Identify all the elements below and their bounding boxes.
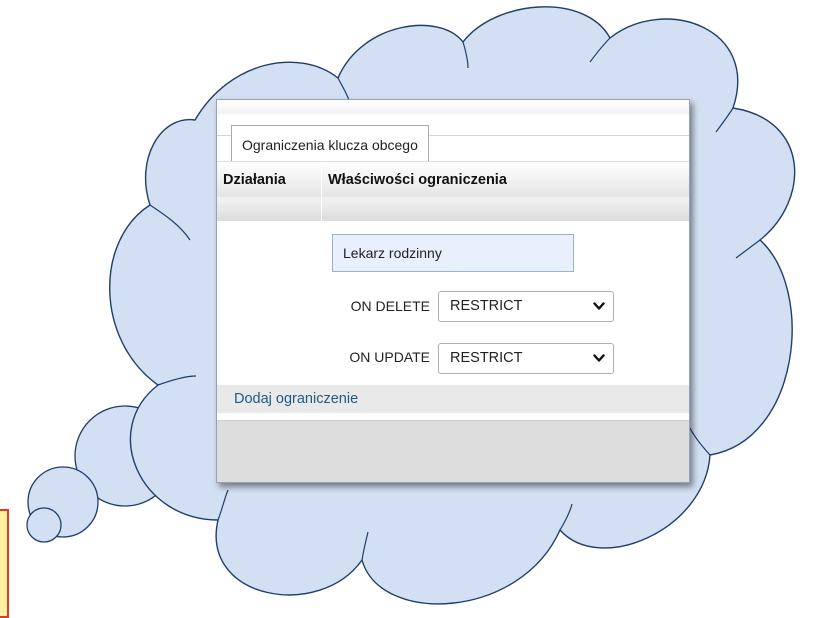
on-delete-select[interactable]: RESTRICT <box>438 291 614 322</box>
on-update-select[interactable]: RESTRICT <box>438 343 614 374</box>
foreign-key-constraints-panel: Ograniczenia klucza obcego Działania Wła… <box>216 99 690 483</box>
thought-bubble-small <box>26 507 62 543</box>
on-update-label: ON UPDATE <box>349 349 430 365</box>
add-constraint-link[interactable]: Dodaj ograniczenie <box>234 385 358 413</box>
sticky-note-edge <box>0 509 9 618</box>
column-header-actions: Działania <box>223 172 286 188</box>
legend-row: Ograniczenia klucza obcego <box>217 121 689 164</box>
on-delete-label: ON DELETE <box>350 298 430 314</box>
on-update-selected-value: RESTRICT <box>450 350 523 366</box>
on-delete-selected-value: RESTRICT <box>450 298 523 314</box>
column-divider <box>321 197 322 221</box>
fieldset-legend: Ograniczenia klucza obcego <box>231 125 429 164</box>
panel-bottom-bar <box>217 420 689 482</box>
panel-top-strip <box>217 100 689 114</box>
table-header: Działania Właściwości ograniczenia <box>217 161 689 198</box>
chevron-down-icon <box>593 302 605 310</box>
column-header-properties: Właściwości ograniczenia <box>328 172 507 188</box>
add-constraint-row: Dodaj ograniczenie <box>217 385 689 413</box>
table-subheader-row <box>217 197 689 221</box>
chevron-down-icon <box>593 354 605 362</box>
constraint-name-input[interactable] <box>332 234 574 272</box>
column-divider <box>321 162 322 198</box>
